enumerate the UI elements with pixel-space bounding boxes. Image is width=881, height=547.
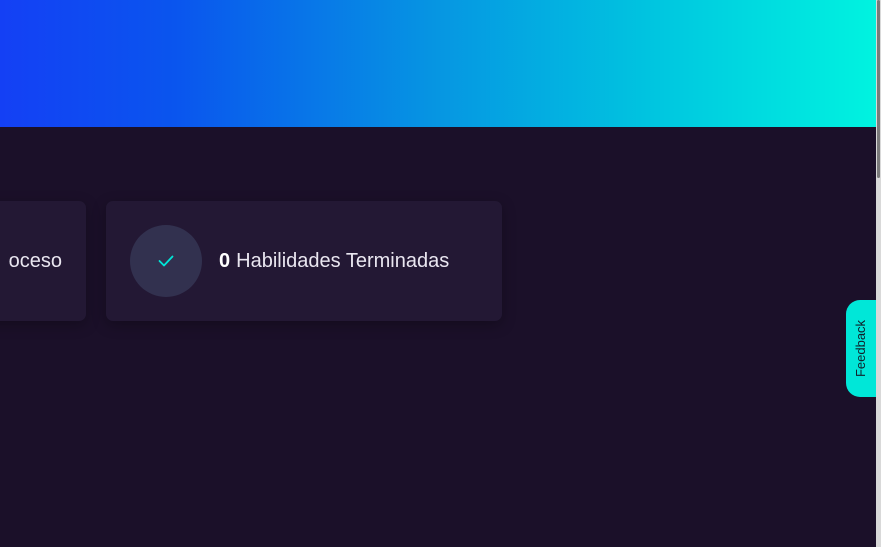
check-icon-circle [130,225,202,297]
skills-in-progress-label: oceso [8,249,62,272]
hero-banner [0,0,876,127]
skills-completed-label: Habilidades Terminadas [236,249,450,272]
feedback-label: Feedback [853,319,869,378]
vertical-scrollbar[interactable] [876,0,881,547]
skills-in-progress-card: oceso [0,201,86,321]
scrollbar-thumb[interactable] [877,0,880,178]
check-icon [158,255,174,267]
page: oceso 0 Habilidades Terminadas Feedback [0,0,881,547]
skills-completed-count: 0 [219,249,231,272]
feedback-button[interactable]: Feedback [846,300,876,397]
skills-completed-text: 0 Habilidades Terminadas [219,250,449,273]
skills-completed-card: 0 Habilidades Terminadas [106,201,502,321]
